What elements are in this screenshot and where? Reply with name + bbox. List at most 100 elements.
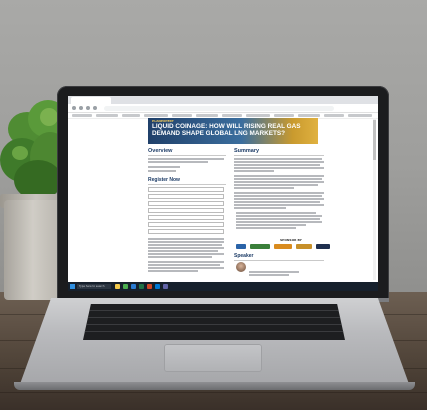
divider: [148, 184, 226, 185]
bookmark-item[interactable]: [172, 114, 192, 117]
text-line: [234, 167, 324, 169]
potted-plant: [0, 0, 70, 200]
bookmark-item[interactable]: [348, 114, 372, 117]
plant-foliage: [40, 108, 58, 126]
form-field[interactable]: [148, 208, 224, 213]
text-line: [234, 192, 324, 194]
desk-grain: [0, 392, 427, 393]
form-field[interactable]: [148, 201, 224, 206]
bullet-line: [236, 221, 322, 223]
text-line: [148, 238, 224, 240]
text-line: [148, 166, 180, 168]
taskbar-search-input[interactable]: Type here to search: [77, 284, 111, 289]
bullet-line: [236, 215, 322, 217]
bullet-line: [236, 218, 320, 220]
text-line: [148, 247, 224, 249]
sponsor-logo[interactable]: [250, 244, 270, 249]
bookmark-item[interactable]: [246, 114, 270, 117]
bullet-line: [236, 227, 296, 229]
text-line: [234, 170, 274, 172]
banner-title: LIQUID COINAGE: HOW WILL RISING REAL GAS…: [152, 123, 301, 137]
overview-heading: Overview: [148, 148, 173, 154]
text-line: [148, 250, 218, 252]
text-line: [234, 207, 286, 209]
bookmark-item[interactable]: [298, 114, 320, 117]
text-line: [148, 270, 198, 272]
text-line: [148, 253, 224, 255]
url-input[interactable]: [104, 106, 334, 111]
form-field[interactable]: [148, 222, 224, 227]
laptop-keyboard: [83, 304, 345, 340]
key-row: [83, 331, 345, 332]
excel-icon[interactable]: [139, 284, 144, 289]
text-line: [148, 158, 224, 160]
bookmark-item[interactable]: [324, 114, 344, 117]
windows-start-icon[interactable]: [70, 284, 75, 289]
divider: [148, 155, 226, 156]
summary-heading: Summary: [234, 148, 260, 154]
text-line: [234, 175, 324, 177]
folder-icon[interactable]: [115, 284, 120, 289]
text-line: [148, 161, 208, 163]
reload-icon[interactable]: [86, 106, 90, 110]
text-line: [148, 241, 224, 243]
home-icon[interactable]: [93, 106, 97, 110]
text-line: [234, 181, 324, 183]
bullet-line: [236, 212, 316, 214]
text-line: [234, 198, 324, 200]
laptop-trackpad[interactable]: [164, 344, 262, 372]
plant-foliage: [12, 146, 28, 160]
key-row: [83, 317, 345, 318]
divider: [234, 260, 324, 261]
bookmark-item[interactable]: [196, 114, 218, 117]
text-line: [234, 158, 322, 160]
browser-tab[interactable]: [71, 97, 111, 104]
sponsors-heading: SPONSOR BY: [280, 238, 302, 242]
text-line: [148, 264, 220, 266]
powerpoint-icon[interactable]: [147, 284, 152, 289]
form-field[interactable]: [148, 194, 224, 199]
banner-badge: [293, 121, 315, 141]
bookmark-item[interactable]: [72, 114, 92, 117]
text-line: [234, 204, 324, 206]
forward-icon[interactable]: [79, 106, 83, 110]
form-field[interactable]: [148, 187, 224, 192]
bookmark-item[interactable]: [122, 114, 140, 117]
sponsor-logo[interactable]: [274, 244, 292, 249]
scrollbar-thumb[interactable]: [373, 120, 376, 160]
text-line: [234, 161, 324, 163]
text-line: [148, 170, 176, 172]
text-line: [249, 274, 289, 276]
sponsor-logo[interactable]: [236, 244, 246, 249]
outlook-icon[interactable]: [155, 284, 160, 289]
bookmark-item[interactable]: [222, 114, 242, 117]
speakers-heading: Speaker: [234, 253, 254, 259]
form-field[interactable]: [148, 215, 224, 220]
bookmark-item[interactable]: [144, 114, 168, 117]
text-line: [234, 201, 320, 203]
text-line: [234, 178, 322, 180]
sponsor-logo[interactable]: [296, 244, 312, 249]
browser-tab-bar: [68, 96, 378, 104]
chrome-icon[interactable]: [123, 284, 128, 289]
text-line: [249, 271, 299, 273]
laptop-base-edge: [14, 382, 415, 390]
speaker-avatar: [236, 262, 246, 272]
register-heading: Register Now: [148, 177, 180, 183]
bookmark-item[interactable]: [96, 114, 118, 117]
text-line: [148, 256, 212, 258]
sponsor-logo[interactable]: [316, 244, 330, 249]
bookmark-item[interactable]: [274, 114, 294, 117]
text-line: [234, 184, 318, 186]
form-field[interactable]: [148, 229, 224, 234]
text-line: [148, 267, 224, 269]
text-line: [148, 244, 222, 246]
back-icon[interactable]: [72, 106, 76, 110]
text-line: [234, 187, 294, 189]
bullet-line: [236, 224, 306, 226]
teams-icon[interactable]: [163, 284, 168, 289]
divider: [234, 155, 324, 156]
word-icon[interactable]: [131, 284, 136, 289]
laptop-screen: PLANEXPERT LIQUID COINAGE: HOW WILL RISI…: [68, 96, 378, 291]
text-line: [234, 164, 320, 166]
